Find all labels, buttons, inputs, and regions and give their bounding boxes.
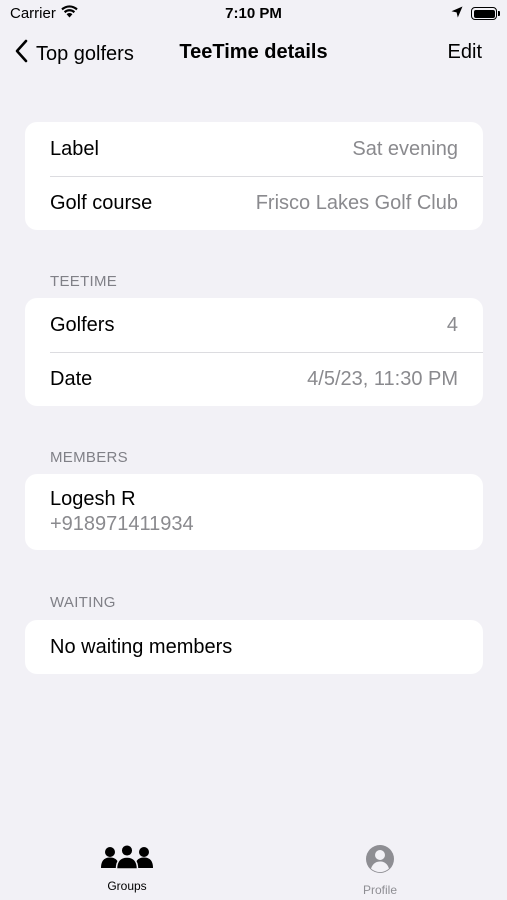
tab-groups[interactable]: Groups xyxy=(67,843,187,893)
waiting-section-header: WAITING xyxy=(50,594,116,611)
date-row-value: 4/5/23, 11:30 PM xyxy=(307,367,458,390)
label-row-title: Label xyxy=(50,137,99,160)
tab-groups-label: Groups xyxy=(107,879,147,893)
person-circle-icon xyxy=(365,844,395,879)
location-arrow-icon xyxy=(451,5,463,22)
status-bar: Carrier 7:10 PM xyxy=(0,0,507,28)
tab-profile[interactable]: Profile xyxy=(320,844,440,897)
label-row[interactable]: Label Sat evening xyxy=(25,122,483,176)
people-icon xyxy=(100,843,154,875)
golf-course-row-title: Golf course xyxy=(50,191,153,214)
golfers-row-title: Golfers xyxy=(50,313,115,336)
back-button-label: Top golfers xyxy=(36,42,134,65)
members-card: Logesh R +918971411934 xyxy=(25,474,483,550)
status-right xyxy=(451,5,500,22)
teetime-card: Golfers 4 Date 4/5/23, 11:30 PM xyxy=(25,298,483,406)
waiting-card: No waiting members xyxy=(25,620,483,674)
tab-profile-label: Profile xyxy=(362,883,397,897)
battery-icon xyxy=(471,7,500,20)
member-item[interactable]: Logesh R +918971411934 xyxy=(25,474,483,550)
waiting-empty-row: No waiting members xyxy=(25,620,483,674)
member-name: Logesh R xyxy=(50,488,136,510)
back-button[interactable]: Top golfers xyxy=(14,39,134,69)
date-row-title: Date xyxy=(50,367,93,390)
members-section-header: MEMBERS xyxy=(50,449,128,466)
golfers-row-value: 4 xyxy=(446,313,458,336)
golfers-row[interactable]: Golfers 4 xyxy=(25,298,483,352)
date-row[interactable]: Date 4/5/23, 11:30 PM xyxy=(25,352,483,406)
chevron-left-icon xyxy=(14,39,28,69)
member-phone: +918971411934 xyxy=(50,513,194,535)
navigation-bar: Top golfers TeeTime details Edit xyxy=(0,30,507,76)
golf-course-row-value: Frisco Lakes Golf Club xyxy=(255,191,458,214)
label-row-value: Sat evening xyxy=(352,137,458,160)
tab-bar: Groups Profile xyxy=(0,834,507,900)
status-time: 7:10 PM xyxy=(225,5,282,22)
teetime-section-header: TEETIME xyxy=(50,273,118,290)
edit-button[interactable]: Edit xyxy=(448,41,482,64)
waiting-empty-text: No waiting members xyxy=(50,635,233,658)
info-card: Label Sat evening Golf course Frisco Lak… xyxy=(25,122,483,230)
golf-course-row[interactable]: Golf course Frisco Lakes Golf Club xyxy=(25,176,483,230)
